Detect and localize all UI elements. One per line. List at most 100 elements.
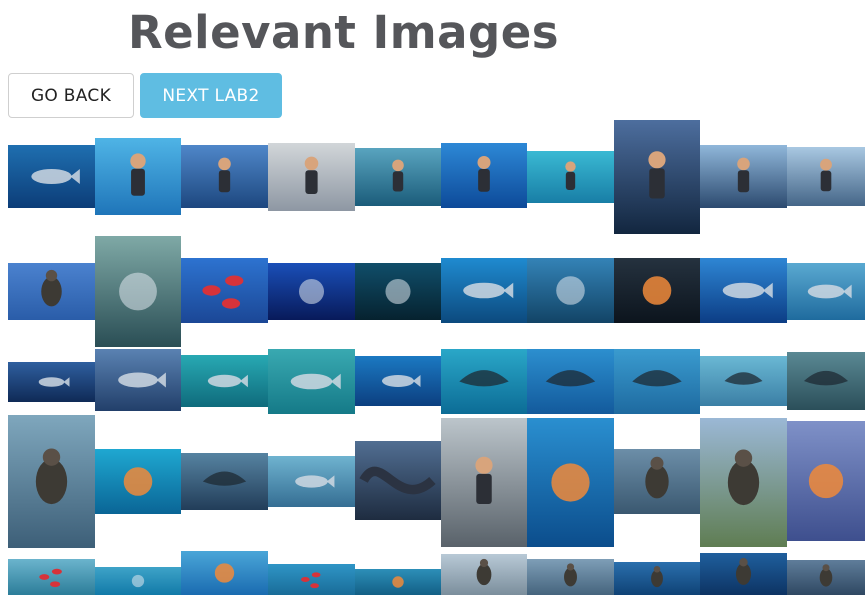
thumbnail-image <box>268 263 355 320</box>
thumbnail-image <box>8 559 95 595</box>
image-thumbnail-shark-seafloor[interactable] <box>181 355 268 407</box>
thumbnail-image <box>95 349 181 411</box>
image-thumbnail-octopus-blue[interactable] <box>181 551 268 595</box>
image-thumbnail-sandpiper-shore[interactable] <box>527 559 614 595</box>
thumbnail-image <box>787 352 865 410</box>
image-thumbnail-snorkelers-shallow[interactable] <box>527 151 614 203</box>
thumbnail-image <box>355 263 441 320</box>
thumbnail-image <box>527 559 614 595</box>
image-thumbnail-stingray-brown[interactable] <box>787 352 865 410</box>
image-thumbnail-fisherman-big-fish[interactable] <box>787 147 865 206</box>
image-thumbnail-rays-group[interactable] <box>614 349 700 414</box>
thumbnail-image <box>700 356 787 406</box>
image-thumbnail-red-bacteria[interactable] <box>181 258 268 323</box>
thumbnail-image <box>441 418 527 547</box>
image-thumbnail-dolphins-underwater[interactable] <box>8 145 95 208</box>
thumbnail-image <box>787 147 865 206</box>
image-thumbnail-coiled-snake[interactable] <box>355 441 441 520</box>
image-thumbnail-hammerheads-school[interactable] <box>355 356 441 406</box>
image-thumbnail-whale-shark-underwater[interactable] <box>700 258 787 323</box>
thumbnail-image <box>181 453 268 510</box>
thumbnail-image <box>95 236 181 347</box>
thumbnail-image <box>181 145 268 208</box>
thumbnail-image <box>355 148 441 206</box>
thumbnail-image <box>8 145 95 208</box>
thumbnail-image <box>8 263 95 320</box>
thumbnail-image <box>787 263 865 320</box>
thumbnail-image <box>614 449 700 514</box>
image-thumbnail-penguins-water[interactable] <box>700 553 787 595</box>
thumbnail-image <box>700 418 787 547</box>
image-thumbnail-duck-on-water[interactable] <box>614 449 700 514</box>
image-thumbnail-waterfall-forest[interactable] <box>95 236 181 347</box>
image-thumbnail-red-coral-branch[interactable] <box>8 559 95 595</box>
image-thumbnail-greylag-goose[interactable] <box>700 418 787 547</box>
thumbnail-image <box>268 349 355 414</box>
image-thumbnail-clownfish-seaweed[interactable] <box>441 258 527 323</box>
image-grid <box>0 0 865 595</box>
image-thumbnail-coral-reef[interactable] <box>527 258 614 323</box>
thumbnail-image <box>355 356 441 406</box>
image-thumbnail-diatoms[interactable] <box>355 263 441 320</box>
thumbnail-image <box>614 258 700 323</box>
image-thumbnail-hammerhead-shark[interactable] <box>268 349 355 414</box>
thumbnail-image <box>268 143 355 211</box>
image-thumbnail-sea-turtle[interactable] <box>95 449 181 514</box>
thumbnail-image <box>181 551 268 595</box>
image-thumbnail-stingray-tan[interactable] <box>700 356 787 406</box>
image-thumbnail-red-sea-star[interactable] <box>268 564 355 595</box>
image-thumbnail-crab-on-rock[interactable] <box>527 418 614 547</box>
thumbnail-image <box>700 258 787 323</box>
thumbnail-image <box>700 553 787 595</box>
thumbnail-image <box>441 554 527 595</box>
thumbnail-image <box>614 349 700 414</box>
thumbnail-image <box>181 355 268 407</box>
image-thumbnail-orange-octopus[interactable] <box>355 569 441 595</box>
image-thumbnail-snorkeler-surface[interactable] <box>355 148 441 206</box>
thumbnail-image <box>268 564 355 595</box>
thumbnail-image <box>787 421 865 541</box>
image-thumbnail-scuba-diver-blue[interactable] <box>441 143 527 208</box>
image-thumbnail-sea-anemone[interactable] <box>614 258 700 323</box>
image-thumbnail-great-white-shark[interactable] <box>95 349 181 411</box>
image-thumbnail-manta-deep[interactable] <box>441 349 527 414</box>
image-thumbnail-white-worm[interactable] <box>95 567 181 595</box>
thumbnail-image <box>527 151 614 203</box>
image-thumbnail-man-holding-python[interactable] <box>441 418 527 547</box>
image-thumbnail-manta-ray[interactable] <box>527 349 614 414</box>
image-thumbnail-shark-blue-water[interactable] <box>787 263 865 320</box>
thumbnail-image <box>355 569 441 595</box>
image-thumbnail-diver-orange-fins[interactable] <box>95 138 181 215</box>
thumbnail-image <box>8 415 95 548</box>
image-thumbnail-diver-mid-air[interactable] <box>268 143 355 211</box>
thumbnail-image <box>181 258 268 323</box>
image-thumbnail-whale-shark-spots[interactable] <box>8 362 95 402</box>
image-thumbnail-seabird-sky[interactable] <box>8 263 95 320</box>
image-thumbnail-duck-dark-water[interactable] <box>787 560 865 595</box>
thumbnail-image <box>527 418 614 547</box>
thumbnail-image <box>95 449 181 514</box>
image-thumbnail-shark-swimming[interactable] <box>268 456 355 507</box>
image-thumbnail-cliff-diver-sky[interactable] <box>181 145 268 208</box>
thumbnail-image <box>268 456 355 507</box>
image-thumbnail-fisherman-boat[interactable] <box>700 145 787 208</box>
image-thumbnail-storks[interactable] <box>441 554 527 595</box>
image-thumbnail-jellyfish-purple[interactable] <box>787 421 865 541</box>
thumbnail-image <box>441 258 527 323</box>
thumbnail-image <box>527 258 614 323</box>
thumbnail-image <box>8 362 95 402</box>
thumbnail-image <box>355 441 441 520</box>
thumbnail-image <box>527 349 614 414</box>
image-thumbnail-shorebird-water[interactable] <box>614 562 700 595</box>
thumbnail-image <box>441 143 527 208</box>
thumbnail-image <box>614 562 700 595</box>
image-thumbnail-radiolarian[interactable] <box>268 263 355 320</box>
thumbnail-image <box>700 145 787 208</box>
thumbnail-image <box>95 567 181 595</box>
image-thumbnail-peregrine-falcon[interactable] <box>8 415 95 548</box>
thumbnail-image <box>787 560 865 595</box>
thumbnail-image <box>614 120 700 234</box>
image-thumbnail-diver-injured-arm[interactable] <box>614 120 700 234</box>
image-thumbnail-stingray-collage[interactable] <box>181 453 268 510</box>
thumbnail-image <box>441 349 527 414</box>
